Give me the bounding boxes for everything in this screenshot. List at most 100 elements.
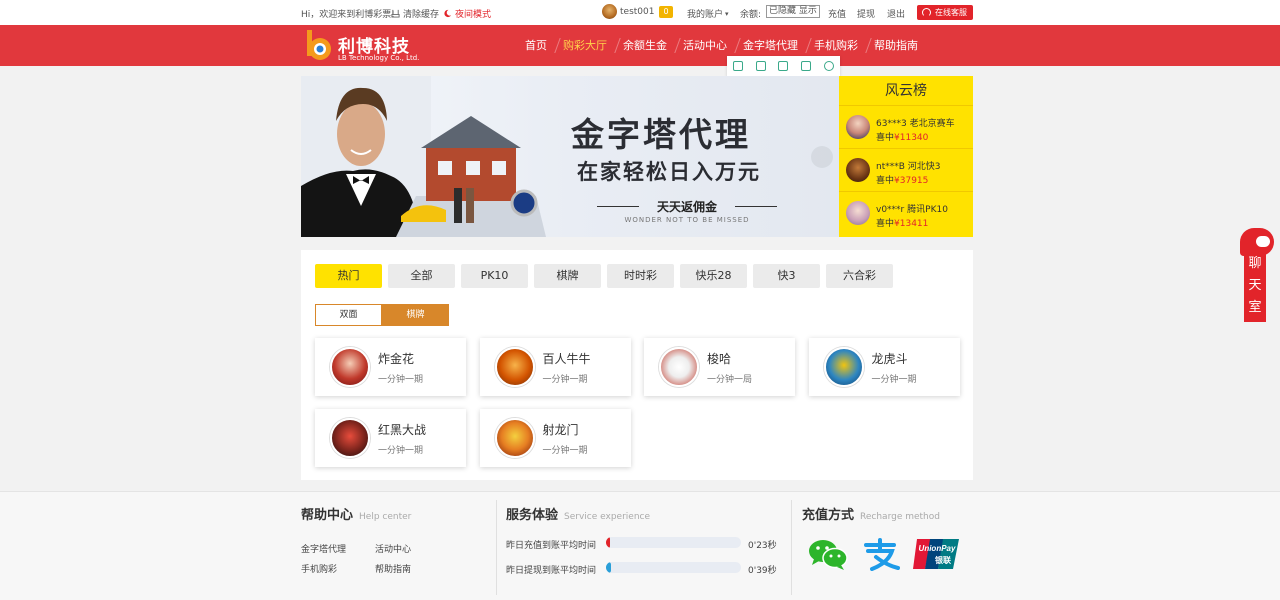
welcome-text: Hi，欢迎来到利博彩票! (301, 10, 395, 20)
banner-tagline: WONDER NOT TO BE MISSED (624, 216, 750, 224)
bookmark-icon[interactable] (733, 61, 744, 71)
tab-chess-card[interactable]: 棋牌 (534, 264, 601, 288)
online-service-label: 在线客服 (935, 8, 967, 17)
promo-banner[interactable]: 金字塔代理 在家轻松日入万元 天天返佣金 WONDER NOT TO BE MI… (301, 76, 839, 237)
payment-title-cn: 充值方式 (802, 508, 855, 523)
balance-label: 余额: (740, 10, 762, 20)
winner-avatar (846, 115, 870, 139)
my-account-menu[interactable]: 我的账户 ▾ (687, 7, 729, 21)
winner-game: 河北快3 (907, 162, 941, 172)
clear-cache-label: 清除缓存 (403, 10, 440, 20)
recharge-time-value: 0'23秒 (748, 541, 777, 551)
nav-balance-interest[interactable]: 余额生金 (617, 25, 673, 66)
nav-help-guide[interactable]: 帮助指南 (868, 25, 924, 66)
winner-avatar (846, 201, 870, 225)
chat-room-label: 聊天室 (1244, 250, 1266, 322)
banner-slogan: 天天返佣金 (597, 198, 777, 215)
top-bar: Hi，欢迎来到利博彩票! 清除缓存 夜间模式 test001 0 我的账户 ▾ … (0, 0, 1280, 25)
unionpay-text: UnionPay (919, 544, 956, 553)
game-card-showhand[interactable]: 梭哈 一分钟一局 (644, 338, 795, 396)
recharge-link[interactable]: 充值 (828, 7, 846, 20)
tab-kuaile28[interactable]: 快乐28 (680, 264, 747, 288)
footer-link-activity[interactable]: 活动中心 (375, 542, 411, 555)
game-card-bairen-niuniu[interactable]: 百人牛牛 一分钟一期 (479, 338, 631, 396)
recharge-time-bar (606, 537, 741, 548)
logo-mark-icon (307, 30, 331, 60)
balance-toggle[interactable]: 已隐藏 显示 (766, 5, 820, 18)
logout-link[interactable]: 退出 (887, 7, 905, 20)
moon-icon (444, 9, 452, 18)
game-card-zhajinhua[interactable]: 炸金花 一分钟一期 (315, 338, 466, 396)
logo-subtitle: LB Technology Co., Ltd. (338, 54, 420, 62)
footer-link-pyramid-agent[interactable]: 金字塔代理 (301, 542, 346, 555)
night-mode-label: 夜间模式 (455, 10, 492, 20)
banner-villa-image (396, 116, 546, 237)
balance-hidden-text: 已隐藏 (769, 6, 797, 16)
service-title-en: Service experience (564, 512, 651, 522)
game-card-shoot-dragon-gate[interactable]: 射龙门 一分钟一期 (479, 409, 631, 467)
winner-amount: ¥11340 (894, 133, 929, 143)
game-card-red-black-war[interactable]: 红黑大战 一分钟一期 (315, 409, 466, 467)
settings-icon[interactable] (823, 61, 834, 71)
nav-home[interactable]: 首页 (519, 25, 553, 66)
subtab-double-side[interactable]: 双面 (315, 304, 382, 326)
share-icon[interactable] (801, 61, 812, 71)
tab-ssc[interactable]: 时时彩 (607, 264, 674, 288)
banner-next-arrow[interactable] (811, 146, 833, 168)
game-icon (494, 347, 535, 387)
nav-activity-center[interactable]: 活动中心 (677, 25, 733, 66)
game-icon (494, 418, 535, 458)
chat-room-char: 室 (1248, 300, 1262, 315)
my-account-label: 我的账户 (687, 10, 724, 20)
subtab-chess-card[interactable]: 棋牌 (382, 304, 449, 326)
footer-divider (791, 500, 792, 595)
game-frequency: 一分钟一期 (871, 375, 917, 385)
alipay-icon (864, 538, 900, 571)
sub-tabs: 双面 棋牌 (315, 304, 449, 326)
game-name: 炸金花 (378, 352, 415, 366)
tab-k3[interactable]: 快3 (753, 264, 820, 288)
tab-hot[interactable]: 热门 (315, 264, 382, 288)
leaderboard-item: nt***B 河北快3 喜中¥37915 (839, 149, 973, 192)
chat-room-tab[interactable]: 聊天室 (1240, 228, 1274, 323)
category-tabs: 热门 全部 PK10 棋牌 时时彩 快乐28 快3 六合彩 (315, 264, 899, 288)
save-icon[interactable] (778, 61, 789, 71)
winner-user: 63***3 (876, 119, 907, 129)
nav-lottery-hall[interactable]: 购彩大厅 (557, 25, 613, 66)
headset-icon (922, 8, 931, 17)
leaderboard-title: 风云榜 (839, 76, 973, 106)
recharge-time-fill (606, 537, 611, 548)
footer-link-help-guide[interactable]: 帮助指南 (375, 562, 411, 575)
broom-icon (391, 9, 400, 18)
main-nav: 首页 购彩大厅 余额生金 活动中心 金字塔代理 手机购彩 帮助指南 (517, 25, 926, 66)
tab-liuhecai[interactable]: 六合彩 (826, 264, 893, 288)
tab-all[interactable]: 全部 (388, 264, 455, 288)
unionpay-cn-text: 银联 (934, 555, 951, 565)
fullscreen-icon[interactable] (755, 61, 766, 71)
winner-prefix: 喜中 (876, 219, 895, 229)
footer-divider (496, 500, 497, 595)
recharge-time-label: 昨日充值到账平均时间 (506, 541, 597, 551)
winner-prefix: 喜中 (876, 133, 895, 143)
winner-game: 老北京赛车 (909, 119, 955, 129)
game-frequency: 一分钟一期 (378, 446, 424, 456)
unionpay-icon: UnionPay 银联 (913, 539, 959, 569)
vip-badge: 0 (659, 6, 673, 18)
online-service-button[interactable]: 在线客服 (917, 5, 973, 20)
site-logo[interactable]: 利博科技 LB Technology Co., Ltd. (305, 28, 445, 64)
payment-title: 充值方式 Recharge method (802, 504, 940, 523)
clear-cache-link[interactable]: 清除缓存 (391, 7, 439, 20)
help-center-title-cn: 帮助中心 (301, 508, 354, 523)
winner-amount: ¥37915 (894, 176, 929, 186)
night-mode-link[interactable]: 夜间模式 (443, 7, 491, 20)
footer-link-mobile[interactable]: 手机购彩 (301, 562, 337, 575)
user-avatar[interactable] (602, 4, 617, 19)
game-name: 梭哈 (707, 352, 732, 366)
tab-pk10[interactable]: PK10 (461, 264, 528, 288)
username[interactable]: test001 (620, 7, 654, 17)
leaderboard-item: v0***r 腾讯PK10 喜中¥13411 (839, 192, 973, 235)
leaderboard: 风云榜 63***3 老北京赛车 喜中¥11340 nt***B 河北快3 喜中¥37… (839, 76, 973, 237)
game-card-dragon-tiger[interactable]: 龙虎斗 一分钟一期 (808, 338, 960, 396)
game-icon (823, 347, 864, 387)
withdraw-link[interactable]: 提现 (857, 7, 875, 20)
